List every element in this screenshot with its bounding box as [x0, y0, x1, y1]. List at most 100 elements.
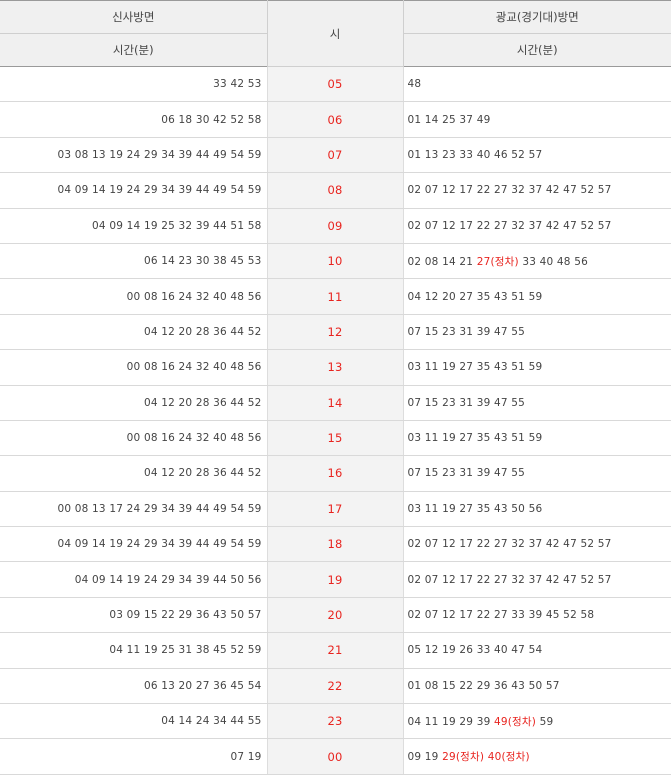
- left-direction-minutes: 06 13 20 27 36 45 54: [0, 668, 267, 705]
- hour-cell: 09: [266, 208, 404, 244]
- right-direction-minutes: 07 15 23 31 39 47 55: [403, 314, 671, 351]
- timetable-row: 00 08 16 24 32 40 48 56 13 03 11 19 27 35 …: [0, 349, 671, 386]
- minutes-text: 04 11 19 29 39: [407, 715, 494, 728]
- right-direction-minutes: 01 14 25 37 49: [403, 101, 671, 138]
- left-direction-minutes: 04 09 14 19 24 29 34 39 44 50 56: [0, 561, 267, 598]
- hour-cell: 08: [266, 172, 404, 209]
- left-direction-minutes: 04 12 20 28 36 44 52: [0, 314, 267, 351]
- timetable-row: 04 12 20 28 36 44 52 14 07 15 23 31 39 47 …: [0, 385, 671, 421]
- left-direction-minutes: 00 08 13 17 24 29 34 39 44 49 54 59: [0, 491, 267, 528]
- minutes-text: 03 11 19 27 35 43 50 56: [407, 502, 543, 515]
- timetable-row: 00 08 13 17 24 29 34 39 44 49 54 59 17 03 …: [0, 491, 671, 528]
- minutes-text: 02 07 12 17 22 27 32 37 42 47 52 57: [407, 184, 612, 197]
- right-direction-minutes: 02 07 12 17 22 27 32 37 42 47 52 57: [403, 172, 671, 209]
- hour-cell: 13: [266, 349, 404, 386]
- left-minutes-header: 시간(분): [0, 33, 267, 67]
- timetable-row: 00 08 16 24 32 40 48 56 11 04 12 20 27 35 …: [0, 278, 671, 315]
- hour-cell: 14: [266, 385, 404, 421]
- right-direction-minutes: 02 07 12 17 22 27 32 37 42 47 52 57: [403, 561, 671, 598]
- timetable-row: 06 13 20 27 36 45 54 22 01 08 15 22 29 36 …: [0, 668, 671, 705]
- hour-cell: 18: [266, 526, 404, 563]
- left-direction-minutes: 04 09 14 19 24 29 34 39 44 49 54 59: [0, 172, 267, 209]
- timetable-row: 04 09 14 19 25 32 39 44 51 58 09 02 07 12 …: [0, 208, 671, 244]
- timetable-row: 03 09 15 22 29 36 43 50 57 20 02 07 12 17 …: [0, 597, 671, 634]
- minutes-text: 02 07 12 17 22 27 32 37 42 47 52 57: [407, 538, 612, 551]
- minutes-text: 48: [407, 78, 422, 91]
- timetable-row: 04 14 24 34 44 55 23 04 11 19 29 39 49(정차)…: [0, 703, 671, 740]
- right-direction-minutes: 04 12 20 27 35 43 51 59: [403, 278, 671, 315]
- left-direction-minutes: 04 11 19 25 31 38 45 52 59: [0, 632, 267, 669]
- hour-cell: 16: [266, 455, 404, 492]
- right-direction-minutes: 02 07 12 17 22 27 32 37 42 47 52 57: [403, 526, 671, 563]
- hour-cell: 21: [266, 632, 404, 669]
- minutes-text: 03 11 19 27 35 43 51 59: [407, 432, 543, 445]
- left-direction-minutes: 06 14 23 30 38 45 53: [0, 243, 267, 280]
- timetable-row: 04 09 14 19 24 29 34 39 44 50 56 19 02 07 …: [0, 561, 671, 598]
- timetable-row: 06 18 30 42 52 58 06 01 14 25 37 49: [0, 101, 671, 138]
- hour-cell: 23: [266, 703, 404, 740]
- minutes-text: 02 07 12 17 22 27 32 37 42 47 52 57: [407, 573, 612, 586]
- stop-note-minutes: 49(정차): [494, 715, 537, 728]
- stop-note-minutes: 29(정차) 40(정차): [442, 751, 530, 764]
- left-direction-minutes: 06 18 30 42 52 58: [0, 101, 267, 138]
- left-direction-minutes: 00 08 16 24 32 40 48 56: [0, 420, 267, 457]
- hour-cell: 10: [266, 243, 404, 280]
- timetable-row: 04 12 20 28 36 44 52 16 07 15 23 31 39 47 …: [0, 455, 671, 492]
- minutes-text: 01 08 15 22 29 36 43 50 57: [407, 679, 560, 692]
- timetable-row: 00 08 16 24 32 40 48 56 15 03 11 19 27 35 …: [0, 420, 671, 457]
- hour-cell: 06: [266, 101, 404, 138]
- minutes-text: 03 11 19 27 35 43 51 59: [407, 361, 543, 374]
- timetable-row: 04 09 14 19 24 29 34 39 44 49 54 59 08 02 …: [0, 172, 671, 209]
- left-direction-header: 신사방면: [0, 0, 267, 34]
- left-direction-minutes: 04 12 20 28 36 44 52: [0, 385, 267, 421]
- timetable: 신사방면 시 광교(경기대)방면 시간(분) 시간(분) 33 42 53 05 4…: [0, 0, 671, 775]
- minutes-text: 05 12 19 26 33 40 47 54: [407, 644, 543, 657]
- right-direction-minutes: 07 15 23 31 39 47 55: [403, 455, 671, 492]
- right-direction-minutes: 01 08 15 22 29 36 43 50 57: [403, 668, 671, 705]
- hour-cell: 12: [266, 314, 404, 351]
- stop-note-minutes: 27(정차): [476, 255, 519, 268]
- right-direction-header: 광교(경기대)방면: [403, 0, 671, 34]
- hour-cell: 05: [266, 66, 404, 103]
- timetable-row: 07 19 00 09 19 29(정차) 40(정차): [0, 738, 671, 775]
- left-direction-minutes: 04 12 20 28 36 44 52: [0, 455, 267, 492]
- right-direction-minutes: 09 19 29(정차) 40(정차): [403, 738, 671, 775]
- hour-cell: 11: [266, 278, 404, 315]
- timetable-header: 신사방면 시 광교(경기대)방면 시간(분) 시간(분): [0, 0, 671, 67]
- left-direction-minutes: 00 08 16 24 32 40 48 56: [0, 349, 267, 386]
- hour-column-header: 시: [266, 0, 404, 67]
- right-direction-minutes: 02 07 12 17 22 27 33 39 45 52 58: [403, 597, 671, 634]
- timetable-row: 04 09 14 19 24 29 34 39 44 49 54 59 18 02 …: [0, 526, 671, 563]
- hour-cell: 22: [266, 668, 404, 705]
- right-direction-minutes: 01 13 23 33 40 46 52 57: [403, 137, 671, 174]
- right-direction-minutes: 03 11 19 27 35 43 51 59: [403, 349, 671, 386]
- right-direction-minutes: 04 11 19 29 39 49(정차) 59: [403, 703, 671, 740]
- hour-cell: 20: [266, 597, 404, 634]
- hour-cell: 17: [266, 491, 404, 528]
- timetable-body: 33 42 53 05 48 06 18 30 42 52 58 06 01 14 25 …: [0, 66, 671, 775]
- minutes-text: 02 08 14 21: [407, 255, 477, 268]
- right-direction-minutes: 02 07 12 17 22 27 32 37 42 47 52 57: [403, 208, 671, 244]
- right-direction-minutes: 03 11 19 27 35 43 51 59: [403, 420, 671, 457]
- left-direction-minutes: 04 09 14 19 24 29 34 39 44 49 54 59: [0, 526, 267, 563]
- right-direction-minutes: 05 12 19 26 33 40 47 54: [403, 632, 671, 669]
- minutes-text: 01 14 25 37 49: [407, 113, 491, 126]
- minutes-text: 59: [536, 715, 554, 728]
- timetable-row: 33 42 53 05 48: [0, 66, 671, 103]
- minutes-text: 04 12 20 27 35 43 51 59: [407, 290, 543, 303]
- hour-cell: 15: [266, 420, 404, 457]
- timetable-row: 04 11 19 25 31 38 45 52 59 21 05 12 19 26 …: [0, 632, 671, 669]
- minutes-text: 02 07 12 17 22 27 32 37 42 47 52 57: [407, 219, 612, 232]
- right-direction-minutes: 48: [403, 66, 671, 103]
- minutes-text: 09 19: [407, 751, 443, 764]
- minutes-text: 01 13 23 33 40 46 52 57: [407, 148, 543, 161]
- left-direction-minutes: 04 14 24 34 44 55: [0, 703, 267, 740]
- hour-cell: 19: [266, 561, 404, 598]
- left-direction-minutes: 33 42 53: [0, 66, 267, 103]
- timetable-row: 03 08 13 19 24 29 34 39 44 49 54 59 07 01 …: [0, 137, 671, 174]
- right-minutes-header: 시간(분): [403, 33, 671, 67]
- minutes-text: 33 40 48 56: [518, 255, 588, 268]
- hour-cell: 07: [266, 137, 404, 174]
- timetable-row: 06 14 23 30 38 45 53 10 02 08 14 21 27(정차)…: [0, 243, 671, 280]
- minutes-text: 07 15 23 31 39 47 55: [407, 467, 526, 480]
